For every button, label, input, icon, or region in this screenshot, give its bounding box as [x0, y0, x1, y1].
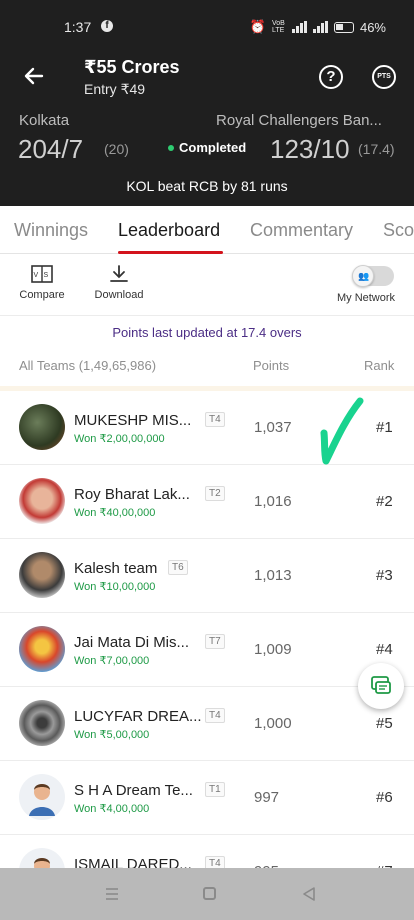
match-status-label: Completed	[179, 140, 247, 155]
status-bar: 1:37 f ⏰ VoB LTE 46%	[0, 16, 414, 40]
team-avatar	[19, 700, 65, 746]
status-dot-icon	[168, 144, 174, 151]
team-name: Roy Bharat Lak...	[74, 486, 190, 503]
team2-overs: (17.4)	[358, 141, 395, 157]
team-rank: #5	[376, 715, 393, 732]
download-label: Download	[94, 289, 144, 301]
leaderboard-list: MUKESHP MIS... T4 Won ₹2,00,00,000 1,037…	[0, 391, 414, 909]
team-rank: #1	[376, 419, 393, 436]
network-type: VoB LTE	[271, 20, 285, 34]
rank-header: Rank	[364, 358, 395, 373]
help-question-icon[interactable]: ?	[319, 65, 343, 89]
back-arrow-icon[interactable]	[22, 64, 46, 88]
team-points: 997	[254, 789, 280, 806]
chat-icon	[371, 676, 391, 694]
facebook-notification-icon: f	[101, 20, 113, 32]
team-tag: T4	[205, 412, 225, 427]
compare-label: Compare	[19, 289, 65, 301]
team-avatar	[19, 404, 65, 450]
download-icon	[110, 265, 128, 282]
team-name: S H A Dream Te...	[74, 782, 193, 799]
system-navigation-bar	[0, 868, 414, 920]
winnings-text: Won ₹40,00,000	[74, 507, 156, 519]
recent-apps-icon[interactable]	[105, 887, 119, 901]
signal-icon-2	[312, 21, 328, 33]
team-rank: #6	[376, 789, 393, 806]
team-rank: #4	[376, 641, 393, 658]
table-row[interactable]: LUCYFAR DREA... T4 Won ₹5,00,000 1,000 #…	[0, 687, 414, 761]
team-rank: #2	[376, 493, 393, 510]
table-row[interactable]: Kalesh team T6 Won ₹10,00,000 1,013 #3	[0, 539, 414, 613]
team1-name: Kolkata	[19, 112, 70, 129]
compare-button[interactable]: V S Compare	[18, 265, 66, 301]
team2-name: Royal Challengers Ban...	[216, 112, 382, 129]
battery-icon	[333, 21, 354, 33]
points-header: Points	[253, 358, 290, 373]
tab-leaderboard[interactable]: Leaderboard	[118, 220, 220, 241]
team-points: 1,000	[254, 715, 292, 732]
team-tag: T6	[168, 560, 188, 575]
winnings-text: Won ₹7,00,000	[74, 655, 150, 667]
svg-text:S: S	[44, 272, 49, 279]
download-button[interactable]: Download	[92, 265, 146, 301]
team-points: 1,016	[254, 493, 292, 510]
match-header: 1:37 f ⏰ VoB LTE 46% ₹55 Crores Entry ₹4…	[0, 0, 414, 206]
status-right: ⏰ VoB LTE 46%	[250, 19, 386, 35]
leaderboard-actions: V S Compare Download 👥 My Network	[0, 254, 414, 316]
table-row[interactable]: Jai Mata Di Mis... T7 Won ₹7,00,000 1,00…	[0, 613, 414, 687]
chat-button[interactable]	[358, 663, 404, 709]
team-name: Jai Mata Di Mis...	[74, 634, 190, 651]
team-tag: T4	[205, 708, 225, 723]
team2-score: 123/10	[270, 134, 350, 164]
points-updated-note: Points last updated at 17.4 overs	[112, 325, 302, 340]
team-avatar	[19, 552, 65, 598]
table-row[interactable]: Roy Bharat Lak... T2 Won ₹40,00,000 1,01…	[0, 465, 414, 539]
svg-text:V: V	[34, 272, 39, 279]
my-network-label: My Network	[336, 292, 396, 304]
tab-winnings[interactable]: Winnings	[14, 220, 88, 241]
signal-icon	[291, 21, 307, 33]
people-icon: 👥	[358, 271, 370, 281]
checkmark-annotation-icon	[320, 397, 364, 465]
winnings-text: Won ₹10,00,000	[74, 581, 156, 593]
match-status: Completed	[168, 140, 246, 155]
my-network-toggle[interactable]: 👥	[352, 265, 394, 287]
winnings-text: Won ₹4,00,000	[74, 803, 150, 815]
team1-score: 204/7	[18, 134, 84, 164]
tab-scorecard[interactable]: Sco	[383, 220, 414, 241]
team-tag: T1	[205, 782, 225, 797]
team-tag: T2	[205, 486, 225, 501]
team-name: LUCYFAR DREA...	[74, 708, 202, 725]
winnings-text: Won ₹2,00,00,000	[74, 433, 165, 445]
team-name: Kalesh team	[74, 560, 158, 577]
team-avatar	[19, 626, 65, 672]
tab-bar: Winnings Leaderboard Commentary Sco	[0, 206, 414, 254]
contest-title: ₹55 Crores	[84, 57, 180, 77]
back-triangle-icon[interactable]	[302, 886, 316, 902]
home-icon[interactable]	[203, 887, 216, 900]
team-avatar	[19, 478, 65, 524]
team-tag: T7	[205, 634, 225, 649]
points-system-button[interactable]: PTS	[372, 65, 396, 89]
contest-entry-fee: Entry ₹49	[84, 81, 146, 97]
alarm-icon: ⏰	[249, 19, 266, 34]
team-name: MUKESHP MIS...	[74, 412, 192, 429]
all-teams-header: All Teams (1,49,65,986)	[19, 358, 157, 373]
compare-icon: V S	[31, 265, 53, 283]
team-points: 1,037	[254, 419, 292, 436]
winnings-text: Won ₹5,00,000	[74, 729, 150, 741]
battery-level: 46%	[359, 19, 386, 35]
default-avatar-icon	[19, 774, 65, 820]
table-row[interactable]: S H A Dream Te... T1 Won ₹4,00,000 997 #…	[0, 761, 414, 835]
team-points: 1,013	[254, 567, 292, 584]
team1-overs: (20)	[104, 141, 129, 157]
match-result: KOL beat RCB by 81 runs	[126, 178, 288, 194]
tab-commentary[interactable]: Commentary	[250, 220, 353, 241]
team-points: 1,009	[254, 641, 292, 658]
team-rank: #3	[376, 567, 393, 584]
status-time: 1:37	[64, 19, 92, 35]
